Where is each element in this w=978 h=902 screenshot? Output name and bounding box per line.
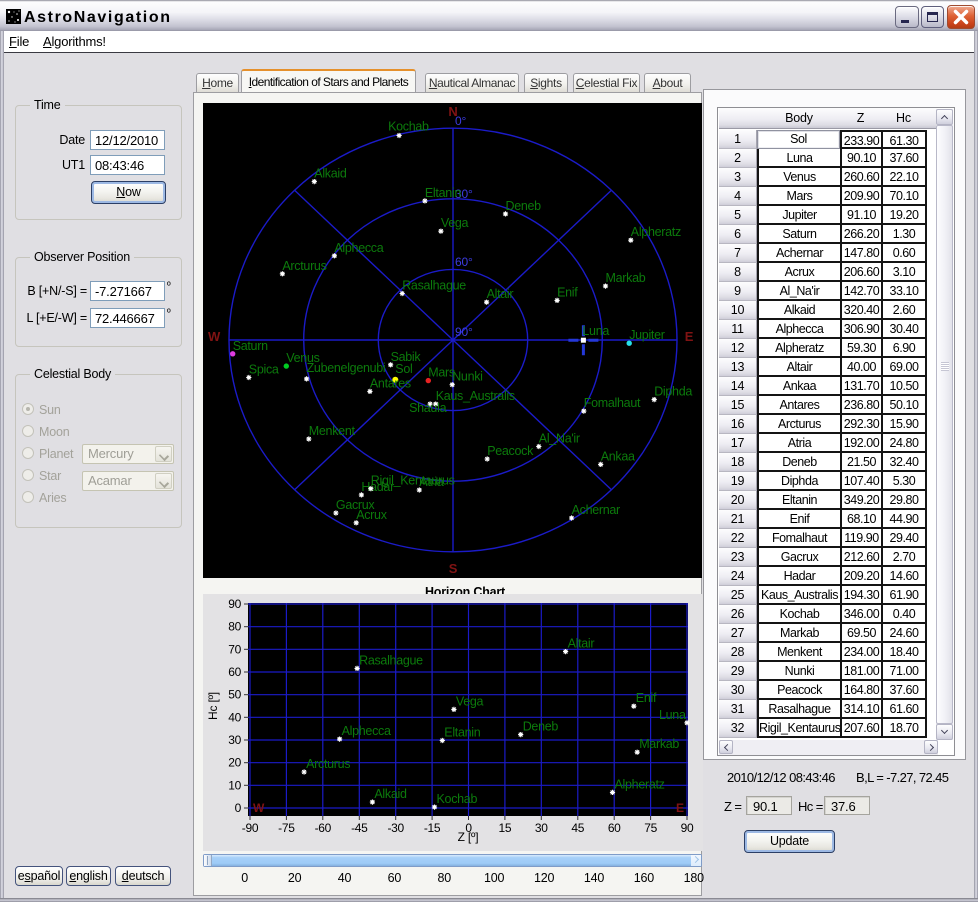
- svg-text:Jupiter: Jupiter: [629, 328, 665, 342]
- svg-text:50: 50: [228, 688, 241, 702]
- svg-text:Alkaid: Alkaid: [314, 167, 347, 181]
- svg-text:30: 30: [228, 733, 241, 747]
- svg-text:0: 0: [235, 801, 242, 815]
- svg-text:E: E: [685, 329, 694, 344]
- svg-text:Kaus_Australis: Kaus_Australis: [436, 389, 515, 403]
- svg-text:Arcturus: Arcturus: [282, 259, 326, 273]
- svg-text:-30: -30: [387, 821, 404, 835]
- svg-text:Vega: Vega: [456, 694, 484, 708]
- svg-text:Gacrux: Gacrux: [336, 498, 376, 512]
- svg-text:Rasalhague: Rasalhague: [359, 653, 423, 667]
- svg-text:S: S: [449, 561, 458, 576]
- svg-text:W: W: [253, 801, 265, 815]
- svg-text:Markab: Markab: [639, 737, 679, 751]
- svg-text:Z [º]: Z [º]: [458, 830, 479, 844]
- svg-text:Alphecca: Alphecca: [334, 241, 383, 255]
- svg-text:30: 30: [535, 821, 548, 835]
- svg-text:Zubenelgenubi: Zubenelgenubi: [307, 361, 386, 375]
- svg-text:60: 60: [608, 821, 621, 835]
- svg-text:Achernar: Achernar: [572, 503, 620, 517]
- svg-text:Eltanin: Eltanin: [425, 186, 461, 200]
- svg-text:90: 90: [228, 597, 241, 611]
- svg-text:Vega: Vega: [441, 216, 469, 230]
- svg-text:Fomalhaut: Fomalhaut: [584, 396, 641, 410]
- svg-text:Alkaid: Alkaid: [374, 787, 407, 801]
- svg-text:Ankaa: Ankaa: [601, 449, 635, 463]
- svg-text:60: 60: [228, 665, 241, 679]
- svg-text:90: 90: [681, 821, 694, 835]
- svg-text:0°: 0°: [455, 114, 466, 128]
- svg-text:Altair: Altair: [568, 637, 595, 651]
- svg-text:Alpheratz: Alpheratz: [615, 777, 665, 791]
- svg-text:Alphecca: Alphecca: [342, 724, 391, 738]
- svg-text:Mars: Mars: [428, 366, 455, 380]
- svg-text:Antares: Antares: [370, 376, 411, 390]
- svg-text:Nunki: Nunki: [452, 370, 482, 384]
- svg-text:Arcturus: Arcturus: [306, 757, 350, 771]
- svg-text:10: 10: [228, 778, 241, 792]
- svg-text:Deneb: Deneb: [523, 720, 559, 734]
- svg-text:-15: -15: [424, 821, 441, 835]
- svg-text:Spica: Spica: [249, 363, 279, 377]
- svg-text:Altair: Altair: [487, 287, 514, 301]
- svg-text:15: 15: [499, 821, 512, 835]
- svg-text:Menkent: Menkent: [309, 424, 356, 438]
- svg-text:Eltanin: Eltanin: [444, 726, 480, 740]
- svg-text:Luna: Luna: [659, 708, 686, 722]
- svg-text:Peacock: Peacock: [487, 444, 534, 458]
- svg-text:Saturn: Saturn: [233, 339, 268, 353]
- svg-text:Luna: Luna: [582, 324, 609, 338]
- svg-text:Al_Na'ir: Al_Na'ir: [539, 432, 580, 446]
- svg-text:Enif: Enif: [557, 285, 578, 299]
- svg-text:Sabik: Sabik: [391, 350, 422, 364]
- svg-text:-45: -45: [351, 821, 368, 835]
- svg-text:Diphda: Diphda: [654, 385, 692, 399]
- svg-text:90°: 90°: [455, 325, 473, 339]
- svg-text:45: 45: [571, 821, 584, 835]
- svg-text:Enif: Enif: [636, 691, 657, 705]
- svg-text:-60: -60: [315, 821, 332, 835]
- svg-text:80: 80: [228, 620, 241, 634]
- svg-text:Rasalhague: Rasalhague: [402, 279, 466, 293]
- svg-text:Kochab: Kochab: [388, 120, 429, 134]
- svg-text:Kochab: Kochab: [437, 792, 478, 806]
- svg-text:-75: -75: [278, 821, 295, 835]
- svg-text:Hc [º]: Hc [º]: [206, 692, 220, 720]
- svg-text:Deneb: Deneb: [506, 199, 542, 213]
- svg-text:20: 20: [228, 756, 241, 770]
- svg-text:Markab: Markab: [606, 271, 646, 285]
- svg-text:Alpheratz: Alpheratz: [631, 225, 681, 239]
- svg-text:-90: -90: [242, 821, 259, 835]
- svg-text:75: 75: [644, 821, 657, 835]
- svg-text:E: E: [676, 801, 684, 815]
- svg-text:W: W: [208, 329, 221, 344]
- svg-text:40: 40: [228, 710, 241, 724]
- svg-text:60°: 60°: [455, 255, 473, 269]
- svg-text:70: 70: [228, 642, 241, 656]
- svg-text:Shaula: Shaula: [409, 401, 446, 415]
- svg-text:Rigil_Kentaurus: Rigil_Kentaurus: [371, 474, 455, 488]
- svg-text:Sol: Sol: [395, 362, 412, 376]
